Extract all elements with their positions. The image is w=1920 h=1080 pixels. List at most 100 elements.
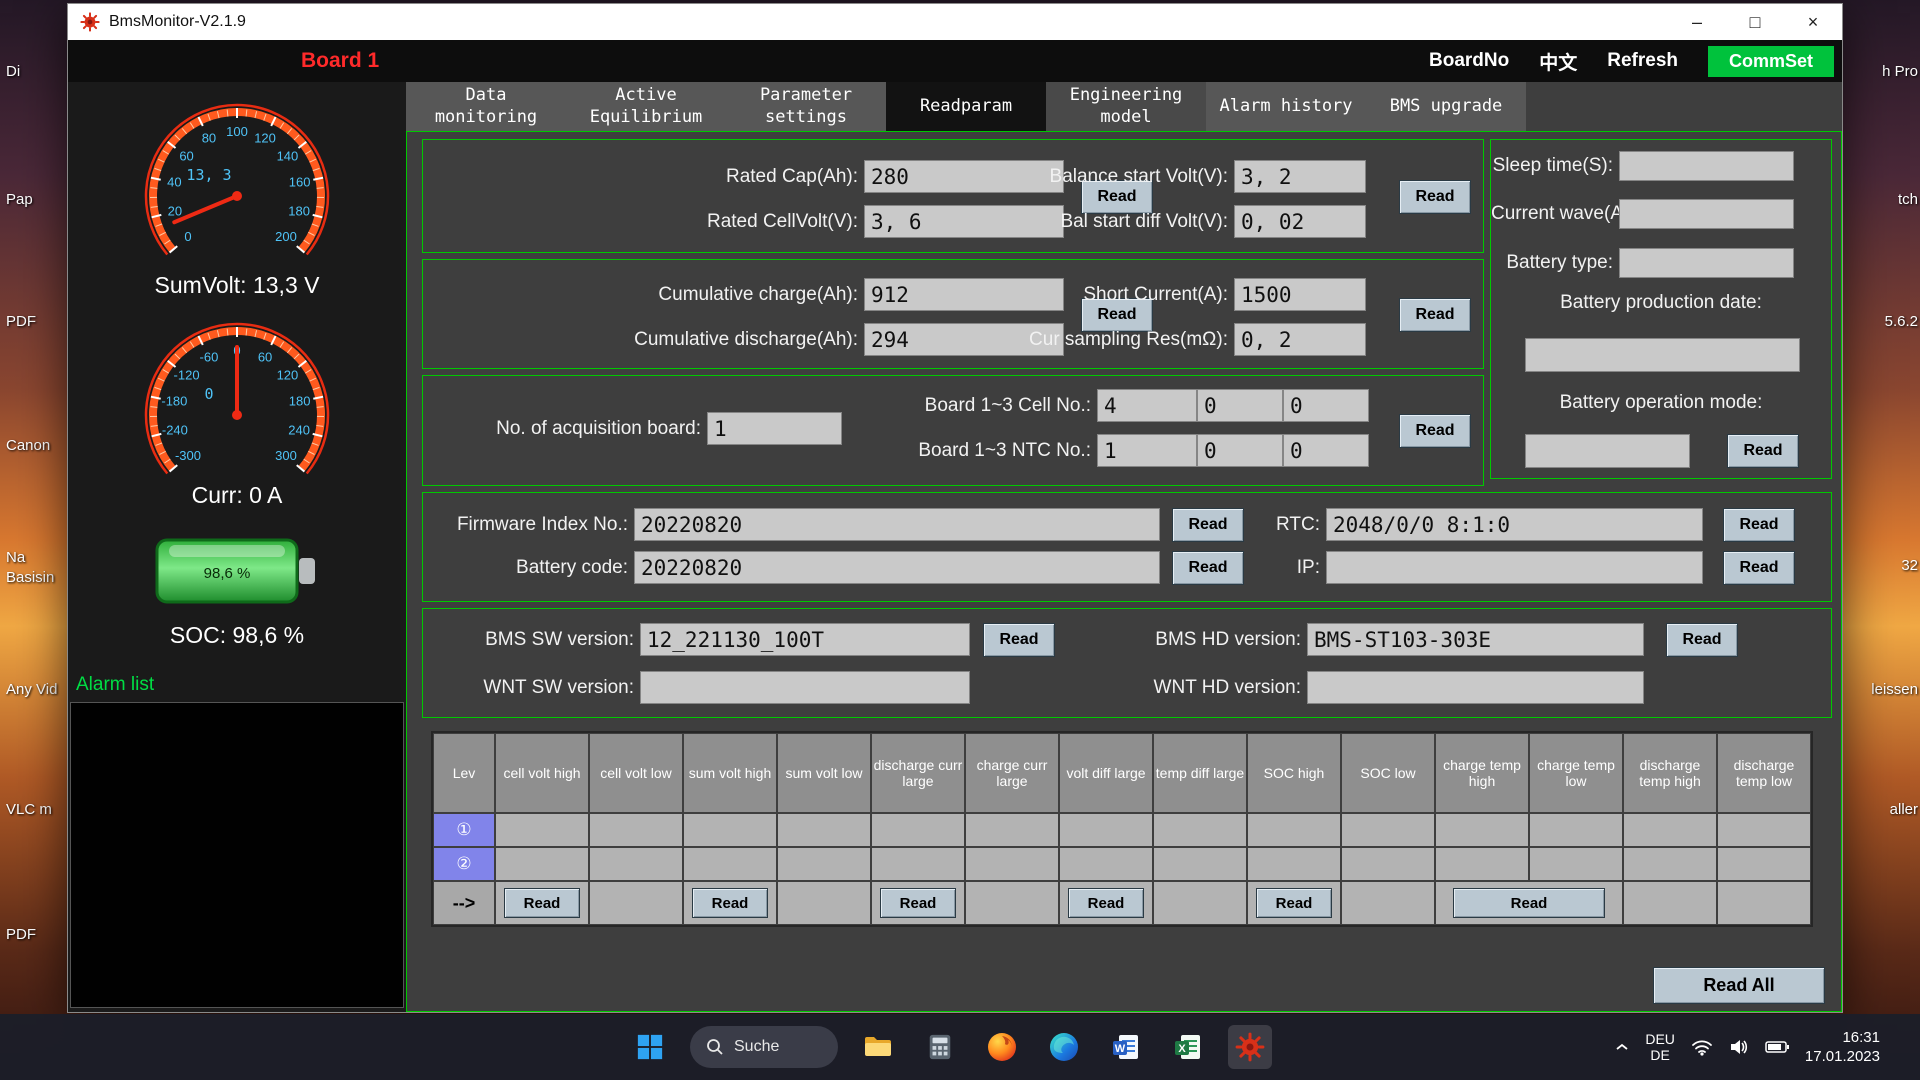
ntc-no-field-1[interactable]: 1 <box>1097 434 1197 467</box>
alarm-cell <box>683 813 777 847</box>
alarm-cell <box>965 881 1059 925</box>
current-wave-field[interactable] <box>1619 199 1794 229</box>
read-curr-alarm-button[interactable]: Read <box>880 888 956 918</box>
refresh-button[interactable]: Refresh <box>1607 50 1678 72</box>
wnt-sw-version-field[interactable] <box>640 671 970 704</box>
edge-button[interactable] <box>1042 1025 1086 1069</box>
file-explorer-button[interactable] <box>856 1025 900 1069</box>
desktop-icon-label[interactable]: NaBasisin <box>6 548 54 587</box>
wnt-hd-version-field[interactable] <box>1307 671 1644 704</box>
bms-hd-version-field[interactable]: BMS-ST103-303E <box>1307 623 1644 656</box>
search-placeholder: Suche <box>734 1038 779 1056</box>
word-button[interactable]: W <box>1104 1025 1148 1069</box>
titlebar[interactable]: BmsMonitor-V2.1.9 – □ × <box>68 4 1842 40</box>
firmware-index-field[interactable]: 20220820 <box>634 508 1160 541</box>
alarm-cell <box>1717 847 1811 881</box>
tab-data-monitoring[interactable]: Datamonitoring <box>406 82 566 131</box>
rtc-field[interactable]: 2048/0/0 8:1:0 <box>1326 508 1703 541</box>
desktop-icon-label[interactable]: leissen <box>1871 680 1918 700</box>
maximize-button[interactable]: □ <box>1726 4 1784 40</box>
desktop-icon-label[interactable]: 5.6.2 <box>1885 312 1918 332</box>
search-box[interactable]: Suche <box>690 1026 838 1068</box>
word-icon: W <box>1111 1032 1141 1062</box>
acquisition-board-field[interactable]: 1 <box>707 412 842 445</box>
svg-text:-300: -300 <box>175 448 201 463</box>
tab-alarm-history[interactable]: Alarm history <box>1206 82 1366 131</box>
commset-button[interactable]: CommSet <box>1708 46 1834 77</box>
battery-operation-mode-field[interactable] <box>1525 434 1690 468</box>
close-button[interactable]: × <box>1784 4 1842 40</box>
tab-bms-upgrade[interactable]: BMS upgrade <box>1366 82 1526 131</box>
language-toggle[interactable]: 中文 <box>1539 48 1577 75</box>
field-label: Bal start diff Volt(V): <box>863 211 1234 233</box>
cell-no-field-3[interactable]: 0 <box>1283 389 1369 422</box>
ntc-no-field-2[interactable]: 0 <box>1197 434 1283 467</box>
ntc-no-field-3[interactable]: 0 <box>1283 434 1369 467</box>
svg-text:80: 80 <box>202 130 216 145</box>
clock[interactable]: 16:31 17.01.2023 <box>1805 1028 1880 1067</box>
bms-sw-version-field[interactable]: 12_221130_100T <box>640 623 970 656</box>
desktop-icon-label[interactable]: 32 <box>1901 556 1918 576</box>
wifi-icon[interactable] <box>1691 1038 1713 1056</box>
desktop-icon-label[interactable]: Di <box>6 62 20 82</box>
sleep-time-field[interactable] <box>1619 151 1794 181</box>
tray-chevron-icon[interactable] <box>1615 1042 1629 1052</box>
short-current-field[interactable]: 1500 <box>1234 278 1366 311</box>
read-volt-diff-button[interactable]: Read <box>1068 888 1144 918</box>
tab-parameter-settings[interactable]: Parametersettings <box>726 82 886 131</box>
alarm-cell <box>1623 847 1717 881</box>
desktop-icon-label[interactable]: h Pro <box>1882 62 1918 82</box>
tab-active-equilibrium[interactable]: ActiveEquilibrium <box>566 82 726 131</box>
alarm-cell <box>1341 881 1435 925</box>
ip-field[interactable] <box>1326 551 1703 584</box>
read-board-button[interactable]: Read <box>1399 414 1471 448</box>
desktop-icon-label[interactable]: Pap <box>6 190 33 210</box>
language-indicator[interactable]: DEU DE <box>1645 1031 1675 1063</box>
svg-text:-240: -240 <box>162 422 188 437</box>
read-balance-button[interactable]: Read <box>1399 180 1471 214</box>
excel-button[interactable]: X <box>1166 1025 1210 1069</box>
svg-text:100: 100 <box>226 124 248 139</box>
read-rtc-button[interactable]: Read <box>1723 508 1795 542</box>
readparam-panel: Rated Cap(Ah): 280 Rated CellVolt(V): 3,… <box>406 131 1842 1012</box>
cur-sampling-res-field[interactable]: 0, 2 <box>1234 323 1366 356</box>
read-ip-button[interactable]: Read <box>1723 551 1795 585</box>
battery-status-icon[interactable] <box>1765 1040 1789 1054</box>
read-sum-volt-button[interactable]: Read <box>692 888 768 918</box>
volume-icon[interactable] <box>1729 1038 1749 1056</box>
desktop-icon-label[interactable]: VLC m <box>6 800 52 820</box>
desktop-icon-label[interactable]: aller <box>1890 800 1918 820</box>
board-no-button[interactable]: BoardNo <box>1429 50 1509 72</box>
read-cell-volt-button[interactable]: Read <box>504 888 580 918</box>
windows-logo-icon <box>636 1033 664 1061</box>
read-current-button[interactable]: Read <box>1399 298 1471 332</box>
read-soc-button[interactable]: Read <box>1256 888 1332 918</box>
battery-code-field[interactable]: 20220820 <box>634 551 1160 584</box>
folder-icon <box>862 1031 894 1063</box>
bal-start-diff-volt-field[interactable]: 0, 02 <box>1234 205 1366 238</box>
desktop-icon-label[interactable]: Any Vid <box>6 680 57 700</box>
balance-start-volt-field[interactable]: 3, 2 <box>1234 160 1366 193</box>
tab-readparam[interactable]: Readparam <box>886 82 1046 131</box>
start-button[interactable] <box>628 1025 672 1069</box>
battery-production-date-field[interactable] <box>1525 338 1800 372</box>
desktop-icon-label[interactable]: tch <box>1898 190 1918 210</box>
firefox-button[interactable] <box>980 1025 1024 1069</box>
desktop-icon-label[interactable]: Canon <box>6 436 50 456</box>
read-all-button[interactable]: Read All <box>1653 967 1825 1004</box>
tab-engineering-model[interactable]: Engineeringmodel <box>1046 82 1206 131</box>
read-temp-button[interactable]: Read <box>1453 888 1605 918</box>
read-bms-sw-button[interactable]: Read <box>983 623 1055 657</box>
battery-type-field[interactable] <box>1619 248 1794 278</box>
cell-no-field-2[interactable]: 0 <box>1197 389 1283 422</box>
minimize-button[interactable]: – <box>1668 4 1726 40</box>
desktop-icon-label[interactable]: PDF <box>6 925 36 945</box>
cell-no-field-1[interactable]: 4 <box>1097 389 1197 422</box>
bms-app-button[interactable] <box>1228 1025 1272 1069</box>
alarm-read-cell: Read <box>1247 881 1341 925</box>
desktop-icon-label[interactable]: PDF <box>6 312 36 332</box>
alarm-list-box[interactable] <box>70 702 404 1008</box>
calculator-button[interactable] <box>918 1025 962 1069</box>
read-mode-button[interactable]: Read <box>1727 434 1799 468</box>
read-bms-hd-button[interactable]: Read <box>1666 623 1738 657</box>
